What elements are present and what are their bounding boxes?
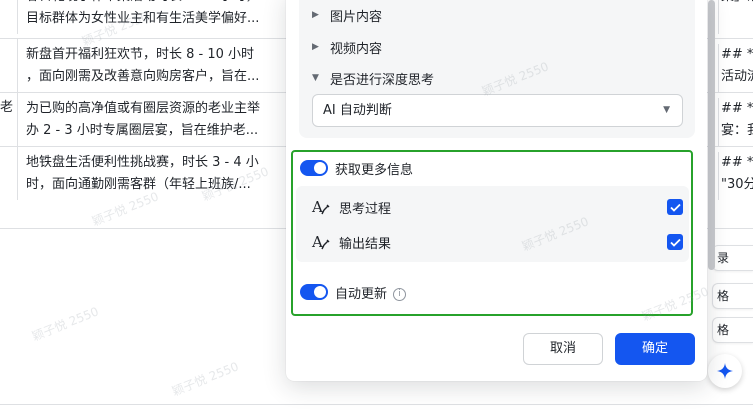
row-description: 春日花境手作市集活动时长 4 - 5 小时， 目标群体为女性业主和有生活美学偏好… <box>26 0 286 30</box>
scrollbar[interactable] <box>708 0 715 270</box>
row-right-cell: ## ** "30分 <box>718 152 753 200</box>
side-button-format[interactable]: 格 <box>712 283 753 309</box>
row-right-line: 集」活 <box>721 0 753 8</box>
row-right-line: ## ** <box>721 155 753 170</box>
row-lead-cell <box>0 0 18 34</box>
more-info-toggle[interactable] <box>300 160 328 176</box>
caret-down-icon: ▼ <box>312 73 319 83</box>
checkmark-icon <box>669 203 681 212</box>
watermark: 颖子悦 2550 <box>30 304 101 344</box>
settings-panel: ▶ 图片内容 ▶ 视频内容 ▼ 是否进行深度思考 AI 自动判断 ▼ 获取更多信… <box>286 0 707 381</box>
row-right-cell: ## ** 活动流 <box>718 44 753 92</box>
row-lead-cell <box>0 39 18 92</box>
side-button-record[interactable]: 录 <box>712 245 753 271</box>
auto-update-toggle[interactable] <box>300 284 328 300</box>
row-description-line: ，面向刚需及改善意向购房客户，旨在... <box>26 69 260 84</box>
auto-update-label: 自动更新 i <box>335 283 407 302</box>
option-label: 思考过程 <box>339 201 392 217</box>
deep-thinking-label: 是否进行深度思考 <box>330 72 435 88</box>
caret-right-icon: ▶ <box>312 42 319 52</box>
collapse-image-content[interactable]: ▶ 图片内容 <box>312 5 382 25</box>
collapse-video-content[interactable]: ▶ 视频内容 <box>312 37 382 57</box>
info-icon[interactable]: i <box>393 288 407 301</box>
svg-text:A: A <box>311 198 323 216</box>
watermark: 颖子悦 2550 <box>170 359 241 399</box>
row-description: 为已购的高净值或有圈层资源的老业主举 办 2 - 3 小时专属圈层宴，旨在维护老… <box>26 98 286 142</box>
row-description-line: 时，面向通勤刚需客群（年轻上班族/... <box>26 177 251 192</box>
deep-thinking-select[interactable]: AI 自动判断 ▼ <box>312 94 683 127</box>
select-value: AI 自动判断 <box>323 103 392 118</box>
row-right-cell: ## ** 宴：我 <box>718 98 753 146</box>
function-icon: A <box>311 198 330 216</box>
option-output-result[interactable]: A 输出结果 <box>311 232 391 252</box>
dropdown-arrow-icon: ▼ <box>663 105 670 115</box>
checkmark-icon <box>669 238 681 247</box>
svg-text:A: A <box>311 233 323 251</box>
caret-right-icon: ▶ <box>312 10 319 20</box>
thinking-process-checkbox[interactable] <box>667 199 683 215</box>
row-description-line: 办 2 - 3 小时专属圈层宴，旨在维护老... <box>26 123 259 138</box>
function-icon: A <box>311 233 330 251</box>
row-right-line: ## ** <box>721 47 753 62</box>
option-thinking-process[interactable]: A 思考过程 <box>311 197 391 217</box>
option-label: 输出结果 <box>339 236 392 252</box>
row-right-line: ## ** <box>721 101 753 116</box>
row-right-line: 宴：我 <box>721 123 753 138</box>
sparkle-icon <box>717 363 733 379</box>
row-description-line: 春日花境手作市集活动时长 4 - 5 小时， <box>26 0 286 8</box>
row-right-line: "30分 <box>721 177 753 192</box>
output-result-checkbox[interactable] <box>667 234 683 250</box>
row-lead-cell <box>0 147 18 200</box>
collapse-label: 图片内容 <box>330 9 383 25</box>
side-button-format-2[interactable]: 格 <box>712 317 753 343</box>
row-description-line: 新盘首开福利狂欢节，时长 8 - 10 小时 <box>26 47 255 62</box>
row-lead-cell: 老 <box>0 93 18 146</box>
row-description: 地铁盘生活便利性挑战赛，时长 3 - 4 小 时，面向通勤刚需客群（年轻上班族/… <box>26 152 286 196</box>
ai-assistant-button[interactable] <box>708 354 742 388</box>
cancel-button[interactable]: 取消 <box>523 333 603 365</box>
expand-deep-thinking[interactable]: ▼ 是否进行深度思考 <box>312 68 434 88</box>
collapse-label: 视频内容 <box>330 41 383 57</box>
row-description-line: 目标群体为女性业主和有生活美学偏好... <box>26 11 260 26</box>
row-right-cell: 集」活 <box>718 0 753 34</box>
footer-divider <box>0 404 753 405</box>
row-description-line: 地铁盘生活便利性挑战赛，时长 3 - 4 小 <box>26 155 259 170</box>
more-info-label: 获取更多信息 <box>335 163 414 178</box>
row-description-line: 为已购的高净值或有圈层资源的老业主举 <box>26 101 261 116</box>
row-right-line: 活动流 <box>721 69 753 84</box>
auto-update-text: 自动更新 <box>335 287 388 302</box>
row-description: 新盘首开福利狂欢节，时长 8 - 10 小时 ，面向刚需及改善意向购房客户，旨在… <box>26 44 286 88</box>
confirm-button[interactable]: 确定 <box>615 333 695 365</box>
